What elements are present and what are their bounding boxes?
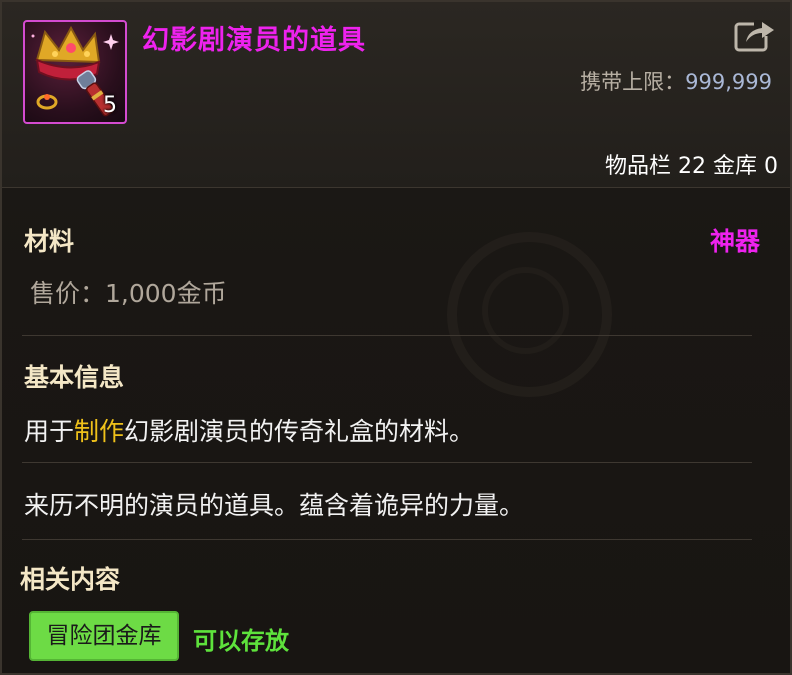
divider xyxy=(22,462,752,463)
carry-limit-value: 999,999 xyxy=(685,70,772,94)
item-tooltip-panel: 5 幻影剧演员的道具 携带上限：999,999 物品栏 22 金库 0 材料 神… xyxy=(0,0,792,675)
storage-info: 物品栏 22 金库 0 xyxy=(605,154,778,179)
basic-info-title: 基本信息 xyxy=(24,363,125,392)
background-emblem-inner xyxy=(482,267,569,354)
item-category: 材料 xyxy=(24,227,75,256)
usage-prefix: 用于 xyxy=(24,417,75,446)
item-crown-icon: 5 xyxy=(23,20,127,124)
item-rarity: 神器 xyxy=(709,227,760,256)
carry-limit-label: 携带上限： xyxy=(580,70,686,94)
divider xyxy=(22,539,752,540)
divider xyxy=(22,335,752,336)
item-title: 幻影剧演员的道具 xyxy=(142,25,366,56)
adventure-vault-tag[interactable]: 冒险团金库 xyxy=(29,611,179,661)
usage-suffix: 幻影剧演员的传奇礼盒的材料。 xyxy=(124,417,475,446)
item-description: 来历不明的演员的道具。蕴含着诡异的力量。 xyxy=(24,491,525,520)
item-price: 售价：1,000金币 xyxy=(30,279,227,308)
usage-highlight: 制作 xyxy=(74,417,125,446)
storable-status: 可以存放 xyxy=(193,627,289,655)
usage-text: 用于制作幻影剧演员的传奇礼盒的材料。 xyxy=(24,412,474,448)
share-icon[interactable] xyxy=(734,16,776,52)
carry-limit: 携带上限：999,999 xyxy=(580,66,772,96)
item-count: 5 xyxy=(103,93,117,118)
related-content-title: 相关内容 xyxy=(20,565,121,594)
tooltip-header: 5 幻影剧演员的道具 携带上限：999,999 物品栏 22 金库 0 xyxy=(2,2,790,188)
